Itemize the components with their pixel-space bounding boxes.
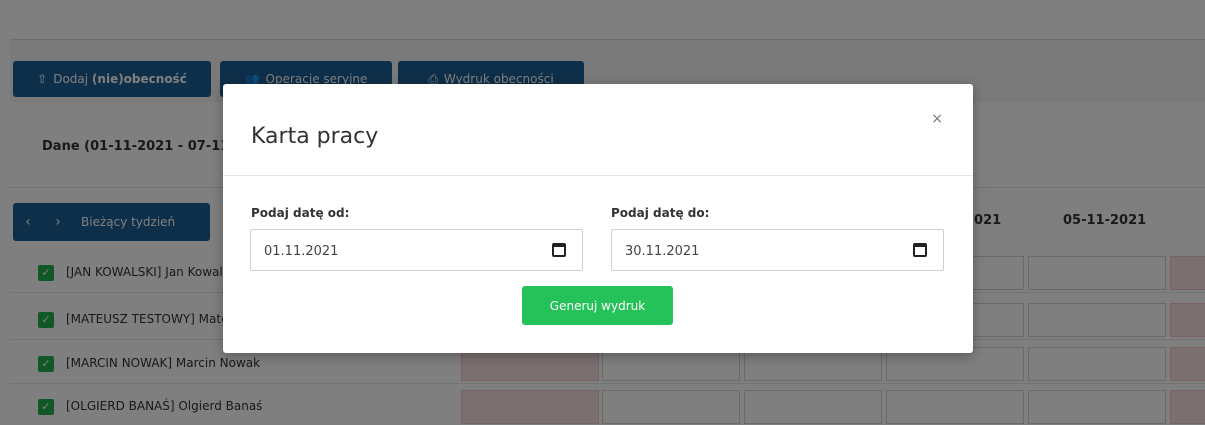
- date-to-input[interactable]: 30.11.2021: [611, 229, 944, 271]
- calendar-icon[interactable]: [913, 243, 927, 257]
- generate-printout-button[interactable]: Generuj wydruk: [522, 286, 673, 325]
- date-to-label: Podaj datę do:: [611, 206, 710, 220]
- work-card-dialog: Karta pracy × Podaj datę od: 01.11.2021 …: [223, 84, 973, 353]
- close-icon[interactable]: ×: [931, 111, 943, 127]
- date-to-value: 30.11.2021: [625, 244, 700, 259]
- date-from-input[interactable]: 01.11.2021: [250, 229, 583, 271]
- dialog-title: Karta pracy: [251, 124, 379, 149]
- calendar-icon[interactable]: [552, 243, 566, 257]
- dialog-header: Karta pracy ×: [223, 84, 973, 176]
- date-from-label: Podaj datę od:: [251, 206, 350, 220]
- date-from-value: 01.11.2021: [264, 244, 339, 259]
